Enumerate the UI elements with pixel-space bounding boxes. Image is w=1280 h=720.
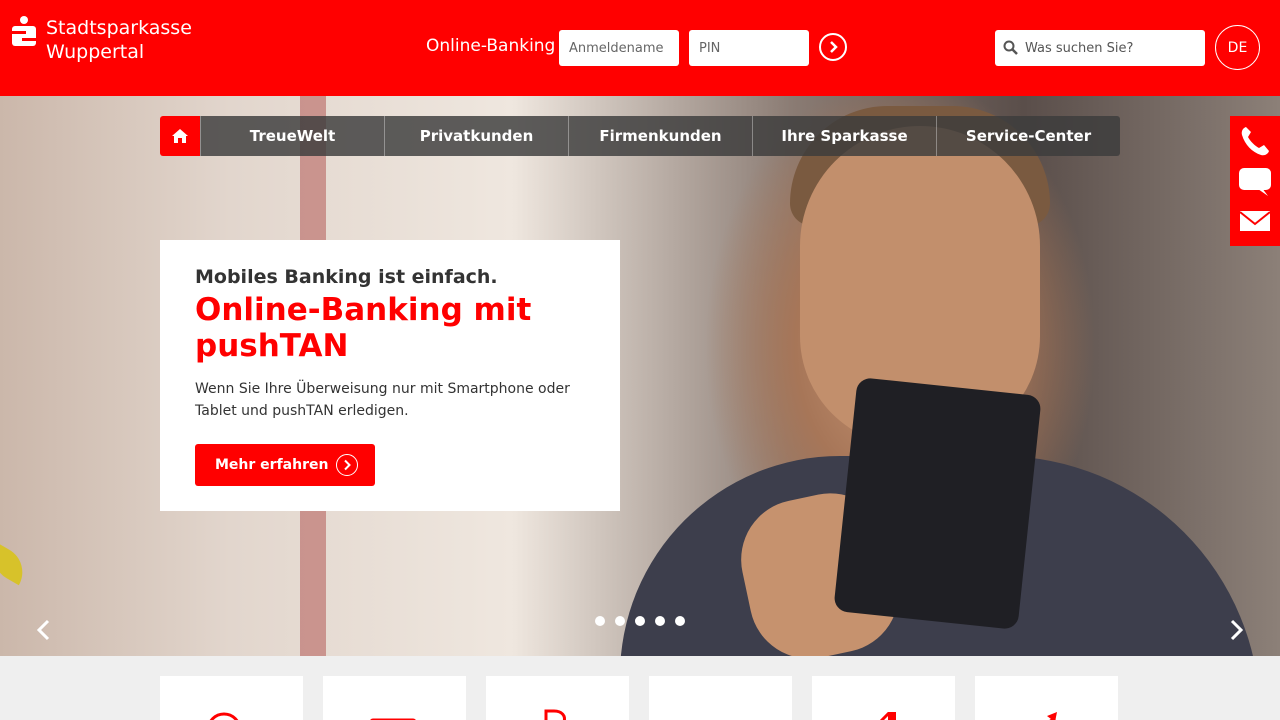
chevron-right-icon: [1230, 619, 1244, 641]
nav-item-treuewelt[interactable]: TreueWelt: [200, 116, 384, 156]
card-icon: [370, 718, 416, 720]
language-button[interactable]: DE: [1215, 25, 1260, 70]
sparkasse-logo-icon: [12, 16, 36, 46]
contact-sidebar: [1230, 116, 1280, 246]
logo-text: Stadtsparkasse Wuppertal: [46, 16, 192, 64]
smartphone: [833, 376, 1042, 631]
slider-dot[interactable]: [655, 616, 665, 626]
main-nav: TreueWelt Privatkunden Firmenkunden Ihre…: [160, 116, 1120, 156]
teaser-title: Online-Banking mit pushTAN: [195, 292, 532, 364]
online-banking-label: Online-Banking: [426, 36, 556, 56]
nav-item-service-center[interactable]: Service-Center: [936, 116, 1120, 156]
slider-dots: [595, 616, 695, 626]
more-info-button[interactable]: Mehr erfahren: [195, 444, 375, 486]
chevron-right-icon: [336, 454, 359, 476]
logo-line1: Stadtsparkasse: [46, 17, 192, 39]
logo[interactable]: Stadtsparkasse Wuppertal: [12, 16, 192, 64]
home-icon: [172, 129, 188, 143]
nav-item-firmenkunden[interactable]: Firmenkunden: [568, 116, 752, 156]
home-button[interactable]: [160, 116, 200, 156]
quick-links: [160, 676, 1138, 720]
more-info-label: Mehr erfahren: [215, 457, 329, 473]
nav-item-privatkunden[interactable]: Privatkunden: [384, 116, 568, 156]
login-submit-button[interactable]: [819, 33, 847, 61]
quick-link-tile[interactable]: [160, 676, 303, 720]
growth-icon: [1047, 712, 1057, 720]
search-input[interactable]: [1025, 30, 1200, 66]
slider-prev-button[interactable]: [34, 618, 54, 642]
slider-next-button[interactable]: [1226, 618, 1246, 642]
quick-link-tile[interactable]: [649, 676, 792, 720]
search-icon: [1003, 40, 1018, 55]
quick-link-tile[interactable]: [975, 676, 1118, 720]
house-icon: [879, 711, 897, 720]
teaser-box: Mobiles Banking ist einfach. Online-Bank…: [160, 240, 620, 511]
quick-link-tile[interactable]: [323, 676, 466, 720]
chevron-left-icon: [36, 619, 50, 641]
target-icon: [209, 712, 239, 720]
username-input[interactable]: [559, 30, 679, 66]
slider-dot[interactable]: [675, 616, 685, 626]
phone-icon[interactable]: [1238, 124, 1272, 158]
slider-dot[interactable]: [615, 616, 625, 626]
chat-icon[interactable]: [1238, 164, 1272, 198]
quick-link-tile[interactable]: [812, 676, 955, 720]
quick-link-tile[interactable]: [486, 676, 629, 720]
header: Stadtsparkasse Wuppertal Online-Banking …: [0, 0, 1280, 96]
search-box: [995, 30, 1205, 66]
slider-dot[interactable]: [635, 616, 645, 626]
chevron-right-icon: [830, 41, 838, 53]
logo-line2: Wuppertal: [46, 41, 145, 63]
nav-item-ihre-sparkasse[interactable]: Ihre Sparkasse: [752, 116, 936, 156]
teaser-text: Wenn Sie Ihre Überweisung nur mit Smartp…: [195, 381, 570, 419]
piggy-icon: [544, 709, 566, 720]
mail-icon[interactable]: [1238, 204, 1272, 238]
money-icon: [695, 708, 745, 720]
slider-dot[interactable]: [595, 616, 605, 626]
pin-input[interactable]: [689, 30, 809, 66]
teaser-kicker: Mobiles Banking ist einfach.: [195, 266, 498, 288]
